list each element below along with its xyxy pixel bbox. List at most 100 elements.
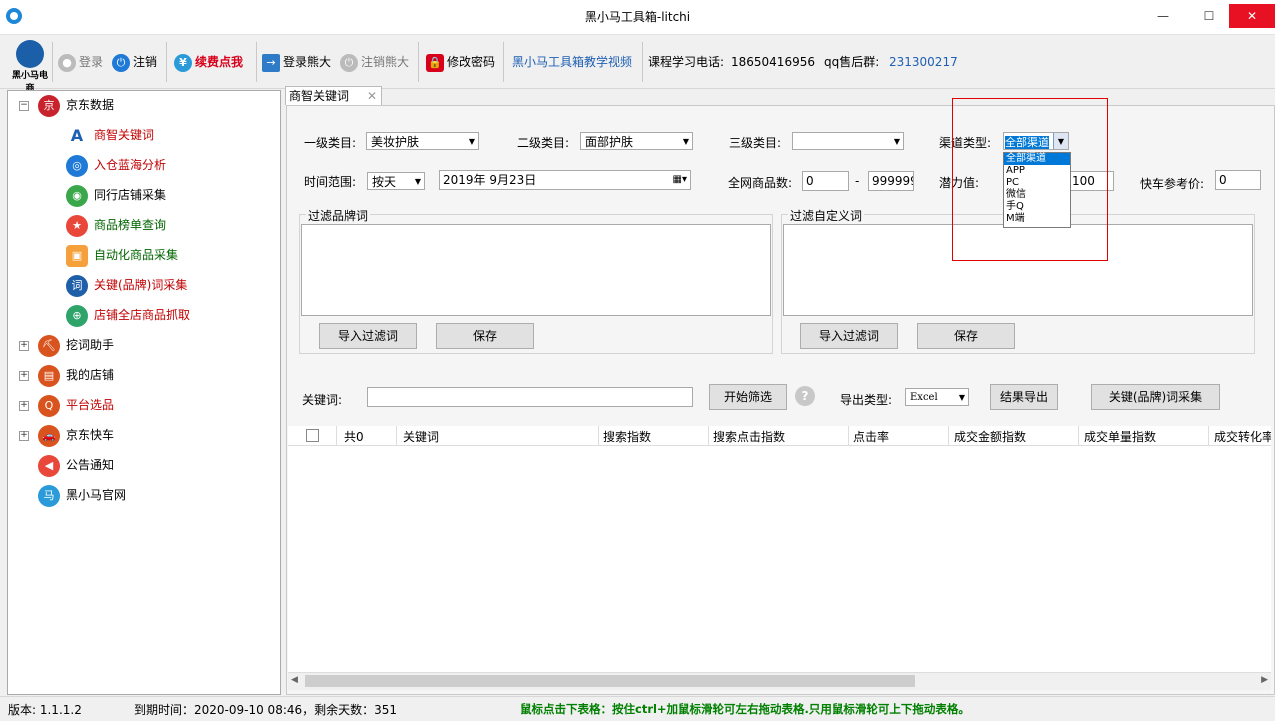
select-all-checkbox[interactable] xyxy=(306,429,319,442)
column-count[interactable]: 共0 xyxy=(344,428,364,445)
hint-text: 鼠标点击下表格：按住ctrl+加鼠标滑轮可左右拖动表格.只用鼠标滑轮可上下拖动表… xyxy=(520,702,970,716)
filter-brand-textarea[interactable] xyxy=(301,224,771,316)
scroll-left-icon[interactable]: ◀ xyxy=(291,675,298,685)
column-deal-volume-index[interactable]: 成交单量指数 xyxy=(1084,428,1156,445)
logout-button[interactable]: ⏻ 注销 xyxy=(112,52,157,72)
import-filter-brand-button[interactable]: 导入过滤词 xyxy=(319,323,417,349)
target-icon: ◎ xyxy=(66,154,88,177)
tutorial-link[interactable]: 黑小马工具箱教学视频 xyxy=(512,52,632,72)
express-price-input[interactable]: 0 xyxy=(1215,170,1261,190)
scrollbar-thumb[interactable] xyxy=(305,675,915,687)
category3-select[interactable]: ▼ xyxy=(792,132,904,150)
scroll-right-icon[interactable]: ▶ xyxy=(1261,675,1268,685)
qq-group-link[interactable]: 231300217 xyxy=(889,52,958,72)
column-ctr[interactable]: 点击率 xyxy=(853,428,889,445)
logout-nengda-button[interactable]: ⏻ 注销熊大 xyxy=(340,52,409,72)
column-search-click-index[interactable]: 搜索点击指数 xyxy=(713,428,785,445)
qq-label: qq售后群: xyxy=(824,55,880,69)
chevron-down-icon: ▼ xyxy=(682,137,689,146)
export-result-button[interactable]: 结果导出 xyxy=(990,384,1058,410)
renew-button[interactable]: ¥ 续费点我 xyxy=(174,52,243,72)
login-button[interactable]: ● 登录 xyxy=(58,52,103,72)
keyword-collect-button[interactable]: 关键(品牌)词采集 xyxy=(1091,384,1220,410)
tab-close-icon[interactable]: ✕ xyxy=(367,87,377,105)
minimize-button[interactable]: — xyxy=(1143,4,1183,28)
start-filter-button[interactable]: 开始筛选 xyxy=(709,384,787,410)
tree-item-official-site[interactable]: 马黑小马官网 xyxy=(38,484,126,507)
chevron-down-icon: ▼ xyxy=(958,393,965,402)
column-deal-amount-index[interactable]: 成交金额指数 xyxy=(954,428,1026,445)
export-type-select[interactable]: Excel ▼ xyxy=(905,388,969,406)
tab-shangzhi-keywords[interactable]: 商智关键词 ✕ xyxy=(285,86,382,105)
tree-item-jd-express[interactable]: 🚗 京东快车 xyxy=(38,424,114,447)
toolbar-separator xyxy=(166,42,167,82)
expand-icon[interactable]: + xyxy=(19,401,29,411)
expand-icon[interactable]: + xyxy=(19,341,29,351)
column-keyword[interactable]: 关键词 xyxy=(403,428,439,445)
category3-label: 三级类目: xyxy=(729,136,782,150)
tree-item-auto-collect[interactable]: ▣ 自动化商品采集 xyxy=(66,244,178,267)
toolbar-separator xyxy=(503,42,504,82)
highlight-box xyxy=(952,98,1108,261)
maximize-button[interactable]: ☐ xyxy=(1189,4,1229,28)
results-table[interactable]: 共0 关键词 搜索指数 搜索点击指数 点击率 成交金额指数 成交单量指数 成交转… xyxy=(288,426,1271,690)
tab-strip: 商智关键词 ✕ xyxy=(285,86,1275,106)
keyword-label: 关键词: xyxy=(302,393,343,407)
shovel-icon: ⛏ xyxy=(38,334,60,357)
category1-select[interactable]: 美妆护肤 ▼ xyxy=(366,132,479,150)
tree-item-announcements[interactable]: ◀ 公告通知 xyxy=(38,454,114,477)
help-icon[interactable]: ? xyxy=(795,386,815,406)
toolbar: 黑小马电商 ● 登录 ⏻ 注销 ¥ 续费点我 → 登录熊大 ⏻ 注销熊大 🔒 修改密码 黑小… xyxy=(0,36,1275,94)
yen-icon: ¥ xyxy=(174,53,192,72)
export-type-label: 导出类型: xyxy=(840,393,893,407)
horse-logo-icon xyxy=(16,40,44,68)
category1-label: 一级类目: xyxy=(304,136,357,150)
car-icon: 🚗 xyxy=(38,424,60,447)
total-max-input[interactable]: 9999999 xyxy=(868,171,914,191)
search-icon: Q xyxy=(38,394,60,417)
tree-item-platform-selection[interactable]: Q 平台选品 xyxy=(38,394,114,417)
time-range-select[interactable]: 按天 ▼ xyxy=(367,172,425,190)
toolbar-separator xyxy=(642,42,643,82)
import-filter-custom-button[interactable]: 导入过滤词 xyxy=(800,323,898,349)
tree-item-warehouse-analysis[interactable]: ◎ 入仓蓝海分析 xyxy=(66,154,166,177)
close-button[interactable]: ✕ xyxy=(1229,4,1275,28)
save-brand-button[interactable]: 保存 xyxy=(436,323,534,349)
change-password-button[interactable]: 🔒 修改密码 xyxy=(426,52,495,72)
chevron-down-icon: ▼ xyxy=(414,177,421,186)
category2-label: 二级类目: xyxy=(517,136,570,150)
word-icon: 词 xyxy=(66,274,88,297)
status-bar: 版本: 1.1.1.2 到期时间：2020-09-10 08:46，剩余天数：3… xyxy=(0,696,1275,721)
font-aa-icon: A xyxy=(70,125,84,145)
keyword-input[interactable] xyxy=(367,387,693,407)
category2-select[interactable]: 面部护肤 ▼ xyxy=(580,132,693,150)
tree-item-word-digger[interactable]: ⛏ 挖词助手 xyxy=(38,334,114,357)
chevron-down-icon: ▼ xyxy=(893,137,900,146)
tree-item-product-ranking[interactable]: ★ 商品榜单查询 xyxy=(66,214,166,237)
robot-icon: ▣ xyxy=(66,244,88,267)
tree-item-shangzhi-keywords[interactable]: A 商智关键词 xyxy=(66,124,154,146)
window-title: 黑小马工具箱-litchi xyxy=(584,10,691,24)
save-custom-button[interactable]: 保存 xyxy=(917,323,1015,349)
column-search-index[interactable]: 搜索指数 xyxy=(603,428,651,445)
date-picker[interactable]: 2019年 9月23日 ▦▾ xyxy=(439,170,691,190)
tree-item-keyword-collect[interactable]: 词关键(品牌)词采集 xyxy=(66,274,187,297)
lock-icon: 🔒 xyxy=(426,53,444,72)
tree-item-my-store[interactable]: ▤ 我的店铺 xyxy=(38,364,114,387)
toolbar-separator xyxy=(52,42,53,82)
horse-icon: 马 xyxy=(38,484,60,507)
version-text: 版本: 1.1.1.2 xyxy=(8,703,82,717)
express-price-label: 快车参考价: xyxy=(1140,177,1205,191)
collapse-icon[interactable]: − xyxy=(19,101,29,111)
calendar-icon[interactable]: ▦▾ xyxy=(673,171,687,189)
expand-icon[interactable]: + xyxy=(19,371,29,381)
medal-icon: ★ xyxy=(66,214,88,237)
expand-icon[interactable]: + xyxy=(19,431,29,441)
tree-item-store-products[interactable]: ⊕ 店铺全店商品抓取 xyxy=(66,304,190,327)
login-nengda-button[interactable]: → 登录熊大 xyxy=(262,52,331,72)
total-min-input[interactable]: 0 xyxy=(802,171,849,191)
column-conversion-rate[interactable]: 成交转化率 xyxy=(1214,428,1271,445)
tree-item-peer-store-collect[interactable]: ◉ 同行店铺采集 xyxy=(66,184,166,207)
horizontal-scrollbar[interactable]: ◀ ▶ xyxy=(288,672,1271,690)
tree-item-jd-data[interactable]: 京京东数据 xyxy=(38,94,114,117)
